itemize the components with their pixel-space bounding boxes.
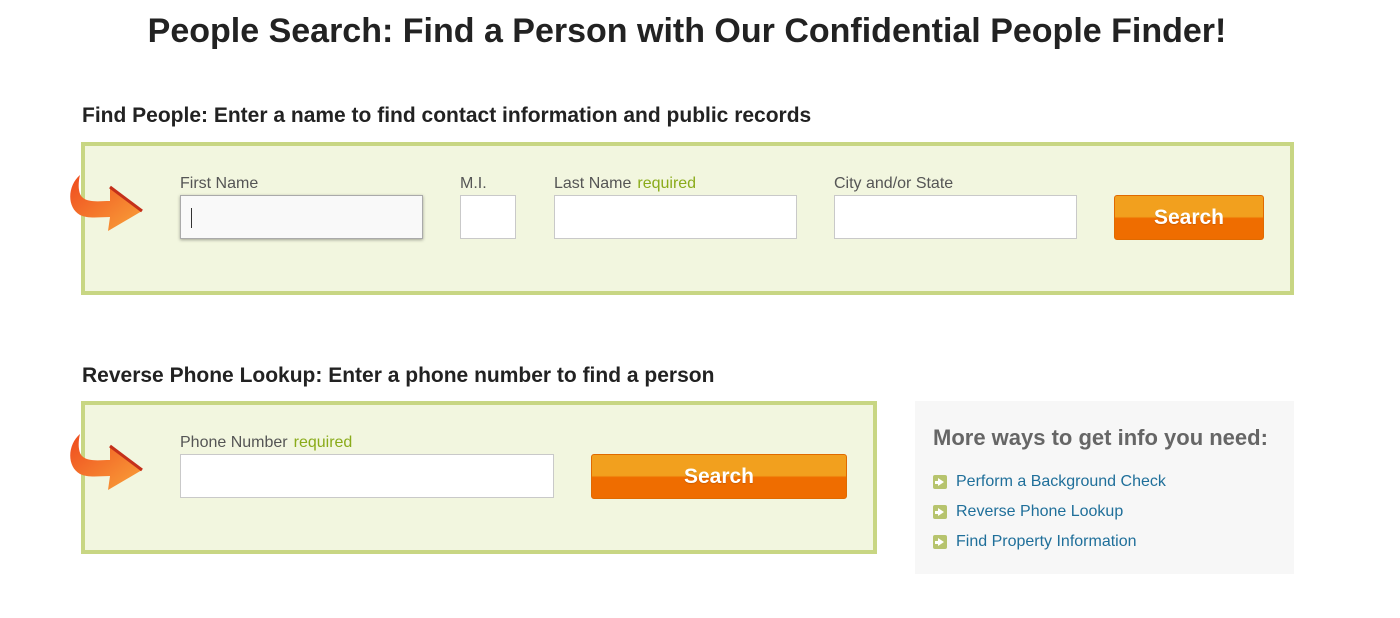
arrow-right-icon [70,434,143,490]
more-ways-list: Perform a Background Check Reverse Phone… [933,467,1166,557]
middle-initial-input[interactable] [460,195,516,239]
find-people-heading: Find People: Enter a name to find contac… [82,104,812,127]
more-ways-item: Reverse Phone Lookup [933,497,1166,527]
phone-number-input[interactable] [180,454,554,498]
first-name-input[interactable] [180,195,423,239]
more-ways-box: More ways to get info you need: Perform … [915,401,1294,574]
first-name-label: First Name [180,175,258,193]
reverse-phone-lookup-link[interactable]: Reverse Phone Lookup [956,503,1123,521]
more-ways-title: More ways to get info you need: [933,425,1268,450]
middle-initial-label: M.I. [460,175,487,193]
city-state-label-text: City and/or State [834,175,954,192]
arrow-right-bullet-icon [933,535,947,549]
required-indicator: required [637,175,697,192]
last-name-label-text: Last Name [554,175,632,192]
text-caret [191,208,192,228]
arrow-right-bullet-icon [933,505,947,519]
arrow-right-bullet-icon [933,475,947,489]
more-ways-item: Perform a Background Check [933,467,1166,497]
middle-initial-label-text: M.I. [460,175,487,192]
city-state-label: City and/or State [834,175,953,193]
arrow-right-icon [70,175,143,231]
page-title: People Search: Find a Person with Our Co… [147,12,1227,50]
phone-lookup-search-button[interactable]: Search [591,454,847,499]
find-people-search-button[interactable]: Search [1114,195,1264,240]
phone-number-label: Phone Number required [180,434,352,452]
property-information-link[interactable]: Find Property Information [956,533,1137,551]
city-state-input[interactable] [834,195,1077,239]
phone-lookup-heading: Reverse Phone Lookup: Enter a phone numb… [82,364,715,387]
last-name-label: Last Name required [554,175,696,193]
last-name-input[interactable] [554,195,797,239]
required-indicator: required [293,434,353,451]
phone-number-label-text: Phone Number [180,434,288,451]
background-check-link[interactable]: Perform a Background Check [956,473,1166,491]
more-ways-item: Find Property Information [933,527,1166,557]
first-name-label-text: First Name [180,175,259,192]
